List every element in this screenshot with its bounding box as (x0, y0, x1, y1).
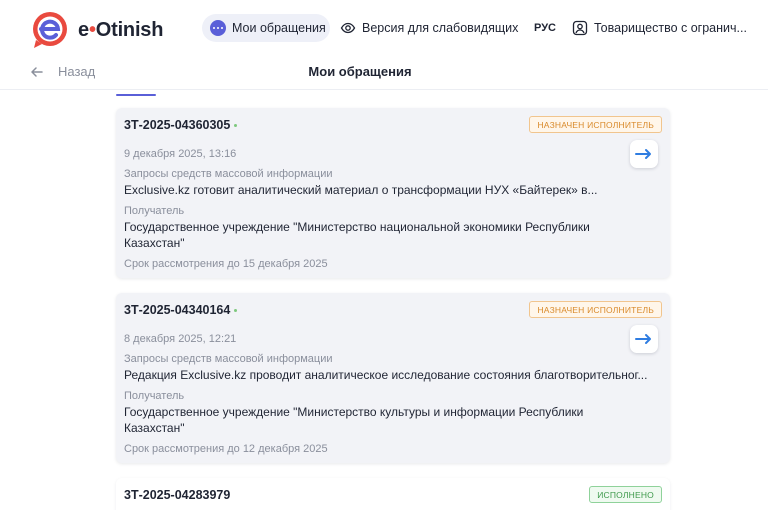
page-title: Мои обращения (308, 64, 412, 79)
user-square-icon (572, 20, 588, 36)
eye-icon (340, 22, 356, 34)
logo-e-icon (30, 10, 70, 50)
recipient-label: Получатель (124, 205, 185, 217)
request-number: 3Т-2025-04283979 (124, 488, 230, 502)
logo-text-rest: Otinish (95, 18, 164, 41)
chat-bubble-icon (210, 20, 226, 36)
request-card[interactable]: 3Т-2025-04360305 НАЗНАЧЕН ИСПОЛНИТЕЛЬ 9 … (116, 108, 670, 278)
status-dot-icon (234, 308, 238, 312)
nav-low-vision-label: Версия для слабовидящих (362, 21, 519, 35)
request-category: Запросы средств массовой информации (124, 168, 333, 180)
arrow-right-icon (635, 149, 651, 159)
nav-low-vision[interactable]: Версия для слабовидящих (340, 14, 518, 42)
tab-indicator (116, 94, 156, 96)
nav-my-requests[interactable]: Мои обращения (202, 14, 330, 42)
request-number: 3Т-2025-04340164 (124, 303, 238, 317)
request-number-text: 3Т-2025-04360305 (124, 118, 231, 132)
language-label: РУС (534, 22, 556, 34)
request-subject: Exclusive.kz готовит аналитический матер… (124, 183, 598, 197)
request-number-text: 3Т-2025-04283979 (124, 488, 231, 502)
review-deadline: Срок рассмотрения до 12 декабря 2025 (124, 443, 328, 455)
request-category: Запросы средств массовой информации (124, 353, 333, 365)
request-subject: Редакция Exclusive.kz проводит аналитиче… (124, 368, 648, 382)
nav-organization-profile[interactable]: Товарищество с огранич... (572, 14, 747, 42)
status-badge: НАЗНАЧЕН ИСПОЛНИТЕЛЬ (529, 116, 662, 133)
logo-text-e: e (78, 18, 89, 41)
nav-organization-label: Товарищество с огранич... (594, 21, 747, 35)
top-navigation: e•Otinish Мои обращения Версия для слабо… (0, 0, 768, 56)
recipient-name: Государственное учреждение "Министерство… (124, 405, 584, 435)
status-badge: НАЗНАЧЕН ИСПОЛНИТЕЛЬ (529, 301, 662, 318)
page-subheader: Назад Мои обращения (0, 56, 768, 90)
arrow-right-icon (635, 334, 651, 344)
logo[interactable]: e•Otinish (30, 10, 163, 50)
logo-dot: • (88, 18, 96, 41)
review-deadline: Срок рассмотрения до 15 декабря 2025 (124, 258, 328, 270)
open-request-button[interactable] (630, 325, 658, 353)
nav-my-requests-label: Мои обращения (232, 21, 326, 35)
request-date: 9 декабря 2025, 13:16 (124, 148, 237, 160)
request-number-text: 3Т-2025-04340164 (124, 303, 231, 317)
status-dot-icon (234, 123, 238, 127)
request-card[interactable]: 3Т-2025-04340164 НАЗНАЧЕН ИСПОЛНИТЕЛЬ 8 … (116, 293, 670, 463)
request-number: 3Т-2025-04360305 (124, 118, 238, 132)
recipient-label: Получатель (124, 390, 185, 402)
open-request-button[interactable] (630, 140, 658, 168)
status-badge: ИСПОЛНЕНО (589, 486, 662, 503)
request-card[interactable]: 3Т-2025-04283979 ИСПОЛНЕНО (116, 478, 670, 510)
recipient-name: Государственное учреждение "Министерство… (124, 220, 590, 250)
language-switcher[interactable]: РУС (534, 14, 556, 42)
request-date: 8 декабря 2025, 12:21 (124, 333, 237, 345)
logo-text: e•Otinish (78, 19, 163, 42)
